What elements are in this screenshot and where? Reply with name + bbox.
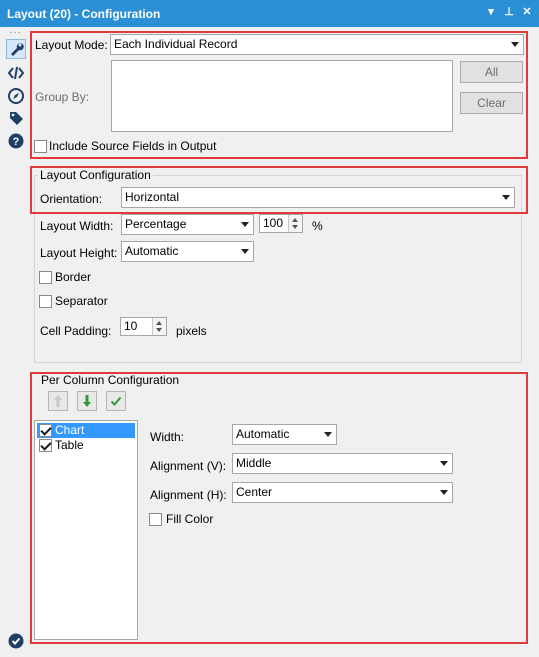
layout-mode-value: Each Individual Record: [114, 37, 238, 51]
tag-icon[interactable]: [6, 108, 26, 128]
border-label: Border: [55, 270, 92, 284]
group-by-label: Group By:: [35, 90, 90, 104]
layout-width-number: 100: [263, 216, 284, 230]
all-button[interactable]: All: [460, 61, 523, 83]
orientation-value: Horizontal: [125, 190, 180, 204]
spinner-arrows-icon[interactable]: [152, 318, 166, 335]
layout-width-label: Layout Width:: [40, 219, 114, 233]
orientation-label: Orientation:: [40, 192, 103, 206]
spinner-arrows-icon[interactable]: [288, 215, 302, 232]
compass-icon[interactable]: [6, 86, 26, 106]
align-h-select[interactable]: Center: [232, 482, 453, 503]
clear-button[interactable]: Clear: [460, 92, 523, 114]
layout-config-title: Layout Configuration: [38, 168, 153, 182]
layout-width-value: Percentage: [125, 217, 187, 231]
svg-text:?: ?: [13, 136, 20, 148]
column-width-label: Width:: [150, 430, 185, 444]
fill-color-checkbox[interactable]: [149, 513, 162, 526]
border-checkbox[interactable]: [39, 271, 52, 284]
config-panel: Layout Mode: Each Individual Record Grou…: [30, 27, 539, 657]
chevron-down-icon: [440, 461, 448, 466]
window-title: Layout (20) - Configuration: [7, 6, 161, 21]
cell-padding-unit: pixels: [176, 324, 207, 338]
window-controls: ▾ ⊥ ✕: [485, 5, 533, 18]
layout-height-select[interactable]: Automatic: [121, 241, 254, 262]
chevron-down-icon: [241, 222, 249, 227]
help-icon[interactable]: ?: [6, 131, 26, 151]
chart-checkbox[interactable]: [39, 424, 52, 437]
align-h-label: Alignment (H):: [150, 488, 227, 502]
checkmark-icon[interactable]: [106, 391, 126, 411]
close-icon[interactable]: ✕: [521, 5, 533, 18]
layout-mode-label: Layout Mode:: [35, 38, 108, 52]
table-checkbox[interactable]: [39, 439, 52, 452]
list-item-label: Chart: [55, 423, 85, 437]
column-width-value: Automatic: [236, 427, 290, 441]
align-h-value: Center: [236, 485, 273, 499]
chevron-down-icon: [511, 42, 519, 47]
chevron-down-icon: [241, 249, 249, 254]
include-source-label: Include Source Fields in Output: [49, 139, 217, 153]
align-v-label: Alignment (V):: [150, 459, 227, 473]
layout-width-stepper[interactable]: 100: [259, 214, 303, 233]
include-source-checkbox[interactable]: [34, 140, 47, 153]
layout-height-value: Automatic: [125, 244, 179, 258]
sidebar: ··· ?: [0, 27, 30, 657]
layout-height-label: Layout Height:: [40, 246, 118, 260]
separator-checkbox[interactable]: [39, 295, 52, 308]
pin-icon[interactable]: ⊥: [503, 5, 515, 18]
group-by-list[interactable]: [111, 60, 453, 132]
per-column-title: Per Column Configuration: [41, 373, 180, 387]
orientation-select[interactable]: Horizontal: [121, 187, 515, 208]
fill-color-label: Fill Color: [166, 512, 214, 526]
separator-label: Separator: [55, 294, 108, 308]
column-width-select[interactable]: Automatic: [232, 424, 337, 445]
list-item-label: Table: [55, 438, 84, 452]
check-circle-icon[interactable]: [6, 631, 26, 651]
wrench-icon[interactable]: [6, 39, 26, 59]
code-icon[interactable]: [6, 63, 26, 83]
column-list[interactable]: Chart Table: [34, 420, 138, 640]
dropdown-icon[interactable]: ▾: [485, 5, 497, 18]
cell-padding-label: Cell Padding:: [40, 324, 112, 338]
layout-width-select[interactable]: Percentage: [121, 214, 254, 235]
layout-mode-select[interactable]: Each Individual Record: [110, 34, 524, 55]
chevron-down-icon: [440, 490, 448, 495]
align-v-value: Middle: [236, 456, 272, 470]
sidebar-grip[interactable]: ···: [9, 27, 22, 38]
move-down-icon[interactable]: [77, 391, 97, 411]
move-up-icon[interactable]: [48, 391, 68, 411]
list-item[interactable]: Chart: [37, 423, 135, 438]
list-item[interactable]: Table: [37, 438, 135, 453]
window-titlebar: Layout (20) - Configuration ▾ ⊥ ✕: [0, 0, 539, 27]
cell-padding-stepper[interactable]: 10: [120, 317, 167, 336]
cell-padding-value: 10: [124, 319, 138, 333]
chevron-down-icon: [324, 432, 332, 437]
align-v-select[interactable]: Middle: [232, 453, 453, 474]
layout-width-unit: %: [312, 219, 323, 233]
chevron-down-icon: [502, 195, 510, 200]
